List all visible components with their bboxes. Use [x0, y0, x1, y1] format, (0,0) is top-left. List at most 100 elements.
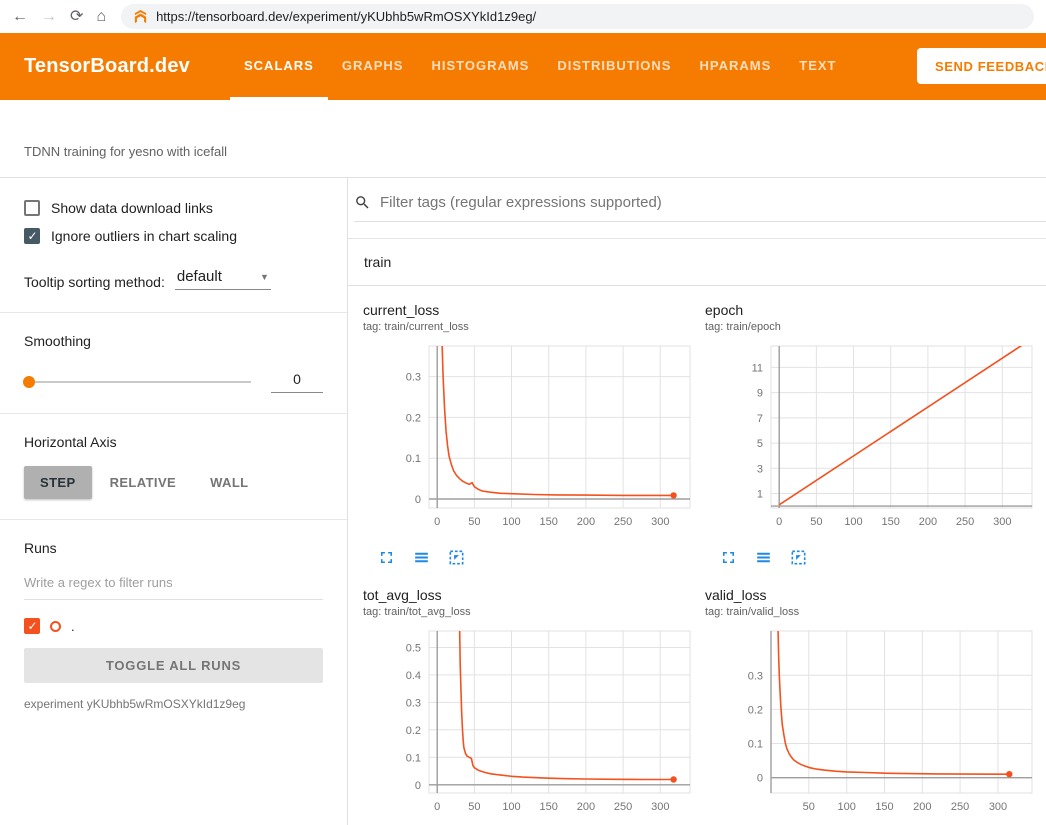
svg-text:0.1: 0.1	[406, 453, 421, 465]
tag-filter-input[interactable]: Filter tags (regular expressions support…	[380, 194, 662, 211]
smoothing-slider-thumb[interactable]	[23, 376, 35, 388]
ignore-outliers-row[interactable]: Ignore outliers in chart scaling	[24, 228, 323, 244]
fit-domain-icon[interactable]	[789, 548, 808, 567]
run-list-item[interactable]: .	[24, 618, 323, 634]
svg-text:100: 100	[838, 801, 856, 813]
chart-plot-current_loss[interactable]: 00.10.20.3050100150200250300	[363, 338, 700, 538]
svg-text:200: 200	[577, 516, 595, 528]
chart-tag: tag: train/valid_loss	[705, 605, 1042, 619]
show-download-links-label: Show data download links	[51, 200, 213, 216]
chart-plot-tot_avg_loss[interactable]: 00.10.20.30.40.5050100150200250300	[363, 623, 700, 823]
svg-text:250: 250	[614, 516, 632, 528]
run-color-swatch	[50, 621, 61, 632]
svg-text:1: 1	[757, 489, 763, 501]
runs-filter-input[interactable]: Write a regex to filter runs	[24, 566, 323, 600]
fit-domain-icon[interactable]	[447, 548, 466, 567]
svg-text:9: 9	[757, 388, 763, 400]
tooltip-sorting-value: default	[177, 268, 222, 285]
show-download-links-row[interactable]: Show data download links	[24, 200, 323, 216]
svg-text:300: 300	[651, 801, 669, 813]
svg-text:50: 50	[468, 801, 480, 813]
smoothing-slider[interactable]	[24, 381, 251, 383]
send-feedback-button[interactable]: SEND FEEDBACK	[917, 48, 1046, 84]
chart-plot-epoch[interactable]: 1357911050100150200250300	[705, 338, 1042, 538]
chevron-down-icon: ▼	[260, 272, 269, 282]
ignore-outliers-label: Ignore outliers in chart scaling	[51, 228, 237, 244]
back-icon[interactable]: ←	[12, 9, 28, 25]
expand-icon[interactable]	[377, 548, 396, 567]
svg-text:300: 300	[989, 801, 1007, 813]
tensorboard-favicon	[133, 9, 148, 24]
axis-wall-button[interactable]: WALL	[194, 466, 264, 499]
horizontal-axis-section: Horizontal Axis STEP RELATIVE WALL	[0, 414, 347, 520]
smoothing-section: Smoothing 0	[0, 313, 347, 414]
svg-text:0: 0	[415, 780, 421, 792]
svg-text:0.5: 0.5	[406, 643, 421, 655]
smoothing-value-input[interactable]: 0	[271, 371, 323, 393]
full-width-icon[interactable]	[412, 548, 431, 567]
svg-text:5: 5	[757, 438, 763, 450]
experiment-title: TDNN training for yesno with icefall	[0, 100, 1046, 178]
chart-title: tot_avg_loss	[363, 587, 700, 603]
svg-text:100: 100	[502, 801, 520, 813]
axis-relative-button[interactable]: RELATIVE	[94, 466, 193, 499]
run-checkbox[interactable]	[24, 618, 40, 634]
svg-text:0.2: 0.2	[748, 704, 763, 716]
tab-distributions[interactable]: DISTRIBUTIONS	[543, 33, 685, 100]
run-name: .	[71, 619, 75, 634]
chart-card-epoch: epochtag: train/epoch1357911050100150200…	[705, 302, 1042, 567]
axis-step-button[interactable]: STEP	[24, 466, 92, 499]
tab-histograms[interactable]: HISTOGRAMS	[417, 33, 543, 100]
forward-icon[interactable]: →	[41, 9, 57, 25]
svg-text:100: 100	[844, 516, 862, 528]
chart-tag: tag: train/tot_avg_loss	[363, 605, 700, 619]
browser-toolbar: ← → ⟳ ⌂ https://tensorboard.dev/experime…	[0, 0, 1046, 33]
ignore-outliers-checkbox[interactable]	[24, 228, 40, 244]
tab-hparams[interactable]: HPARAMS	[685, 33, 785, 100]
svg-text:0.1: 0.1	[748, 739, 763, 751]
svg-text:0.1: 0.1	[406, 752, 421, 764]
experiment-id-note: experiment yKUbhb5wRmOSXYkId1z9eg	[24, 697, 323, 711]
chart-title: current_loss	[363, 302, 700, 318]
chart-toolbar	[719, 548, 1042, 567]
svg-text:200: 200	[919, 516, 937, 528]
runs-label: Runs	[24, 540, 323, 556]
svg-text:150: 150	[540, 516, 558, 528]
tag-group-card: train current_losstag: train/current_los…	[348, 238, 1046, 825]
svg-text:250: 250	[956, 516, 974, 528]
scalars-dashboard: Filter tags (regular expressions support…	[348, 178, 1046, 825]
tooltip-sorting-dropdown[interactable]: default ▼	[175, 266, 271, 290]
chart-plot-valid_loss[interactable]: 00.10.20.350100150200250300	[705, 623, 1042, 823]
home-icon[interactable]: ⌂	[96, 9, 106, 25]
svg-text:0.2: 0.2	[406, 725, 421, 737]
toggle-all-runs-button[interactable]: TOGGLE ALL RUNS	[24, 648, 323, 683]
tag-group-header[interactable]: train	[348, 239, 1046, 286]
show-download-links-checkbox[interactable]	[24, 200, 40, 216]
settings-sidebar: Show data download links Ignore outliers…	[0, 178, 348, 825]
url-text: https://tensorboard.dev/experiment/yKUbh…	[156, 9, 536, 24]
tab-scalars[interactable]: SCALARS	[230, 33, 328, 100]
svg-text:0.2: 0.2	[406, 412, 421, 424]
smoothing-label: Smoothing	[24, 333, 323, 349]
svg-text:200: 200	[577, 801, 595, 813]
tab-graphs[interactable]: GRAPHS	[328, 33, 418, 100]
tag-filter-bar[interactable]: Filter tags (regular expressions support…	[354, 194, 1046, 222]
svg-text:0: 0	[776, 516, 782, 528]
svg-text:150: 150	[882, 516, 900, 528]
tooltip-sorting-label: Tooltip sorting method:	[24, 274, 165, 290]
brand-title: TensorBoard.dev	[24, 55, 190, 78]
svg-text:0: 0	[415, 494, 421, 506]
reload-icon[interactable]: ⟳	[70, 9, 83, 25]
chart-title: valid_loss	[705, 587, 1042, 603]
svg-text:0: 0	[757, 773, 763, 785]
full-width-icon[interactable]	[754, 548, 773, 567]
runs-section: Runs Write a regex to filter runs . TOGG…	[0, 520, 347, 731]
tab-text[interactable]: TEXT	[785, 33, 850, 100]
chart-card-valid_loss: valid_losstag: train/valid_loss00.10.20.…	[705, 587, 1042, 825]
expand-icon[interactable]	[719, 548, 738, 567]
chart-title: epoch	[705, 302, 1042, 318]
svg-text:250: 250	[951, 801, 969, 813]
svg-text:200: 200	[913, 801, 931, 813]
address-bar[interactable]: https://tensorboard.dev/experiment/yKUbh…	[121, 4, 1034, 29]
svg-text:50: 50	[803, 801, 815, 813]
